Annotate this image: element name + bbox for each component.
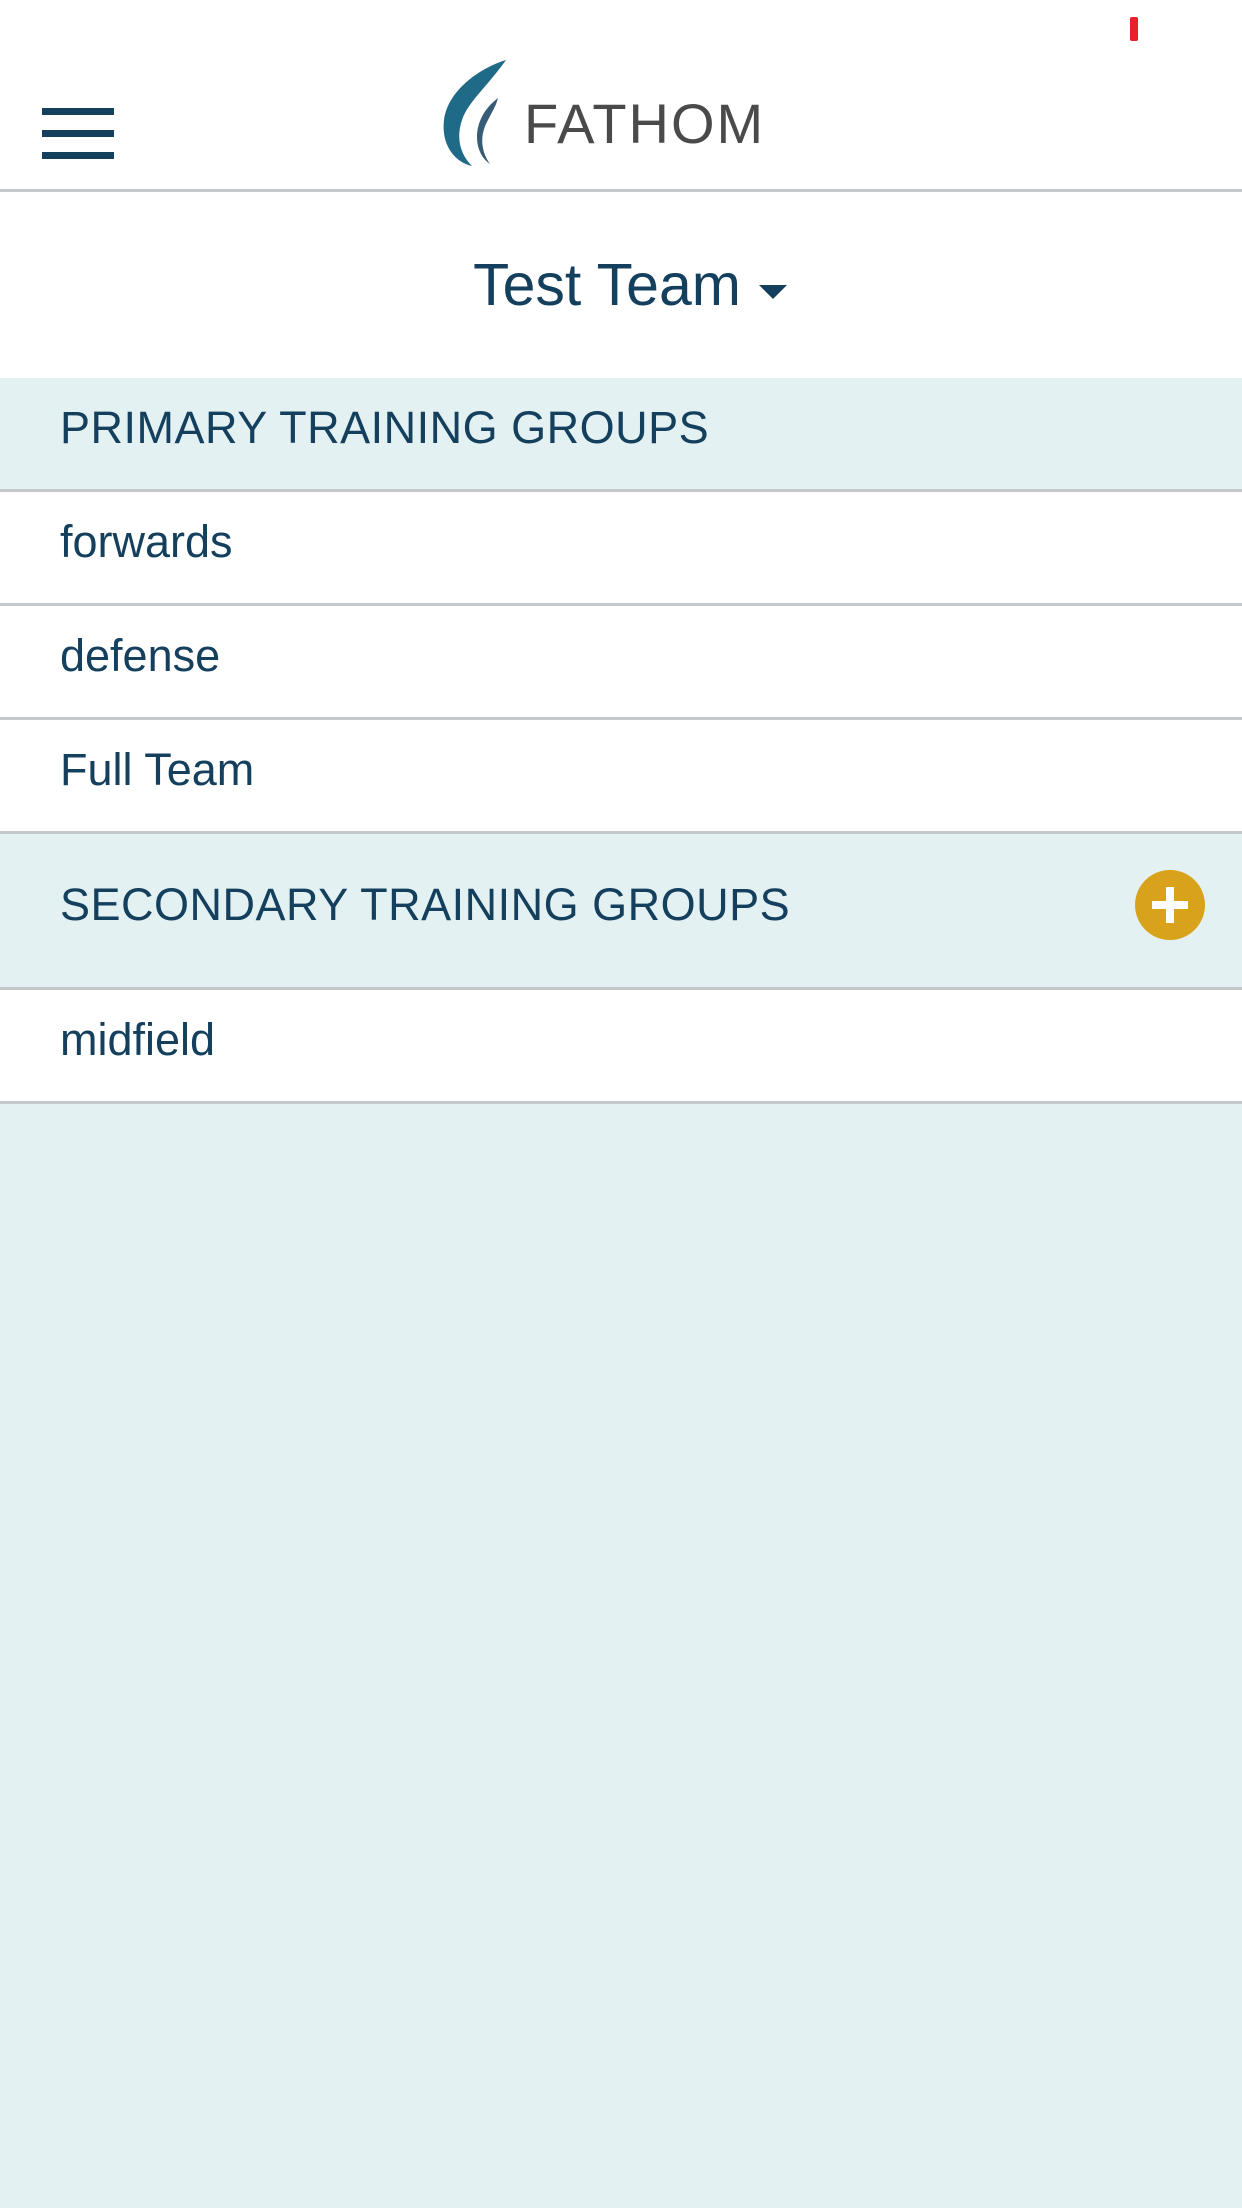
list-item-label: defense — [60, 630, 221, 681]
caret-down-icon — [758, 285, 787, 299]
list-item-forwards[interactable]: forwards — [0, 492, 1242, 606]
list-item-label: midfield — [60, 1014, 216, 1065]
add-group-plus-circle-icon[interactable] — [1135, 870, 1205, 940]
fathom-logo: FATHOM — [440, 58, 765, 170]
list-item-full-team[interactable]: Full Team — [0, 720, 1242, 834]
secondary-groups-title: SECONDARY TRAINING GROUPS — [60, 879, 791, 930]
list-item-defense[interactable]: defense — [0, 606, 1242, 720]
app-header: FATHOM — [0, 0, 1242, 192]
list-item-label: forwards — [60, 516, 233, 567]
fathom-leaf-logo-icon — [443, 60, 506, 166]
team-selector-dropdown[interactable]: Test Team — [0, 192, 1242, 378]
list-item-midfield[interactable]: midfield — [0, 990, 1242, 1104]
hamburger-menu-icon[interactable] — [42, 108, 114, 159]
list-item-label: Full Team — [60, 744, 255, 795]
logo-wordmark: FATHOM — [524, 91, 766, 155]
team-name: Test Team — [473, 252, 741, 318]
primary-groups-header: PRIMARY TRAINING GROUPS — [0, 378, 1242, 492]
status-indicator — [1130, 17, 1138, 41]
secondary-groups-header: SECONDARY TRAINING GROUPS — [0, 834, 1242, 990]
primary-groups-title: PRIMARY TRAINING GROUPS — [60, 402, 710, 453]
